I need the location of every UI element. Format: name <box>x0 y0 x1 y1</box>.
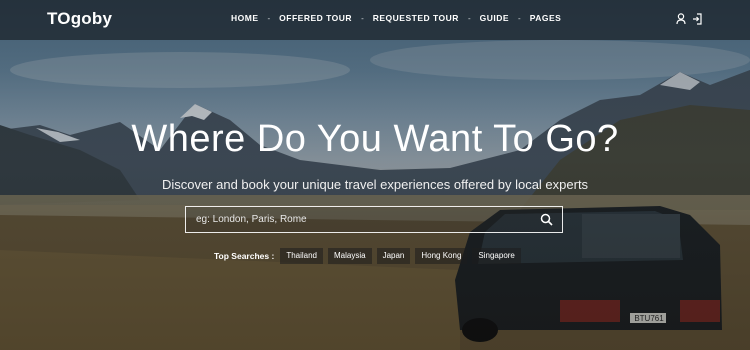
nav-item-pages[interactable]: PAGES <box>530 13 562 23</box>
logo[interactable]: TOgoby <box>47 9 112 29</box>
search-tag-singapore[interactable]: Singapore <box>472 248 521 264</box>
license-plate: BTU761 <box>634 314 664 323</box>
nav-separator: - <box>361 13 364 23</box>
license-plate-text: BTU761 <box>634 314 664 323</box>
nav-item-offered-tour[interactable]: OFFERED TOUR <box>279 13 352 23</box>
search-box <box>185 206 563 233</box>
top-searches: Top Searches : Thailand Malaysia Japan H… <box>214 248 526 264</box>
user-icon[interactable] <box>676 12 686 25</box>
top-searches-label: Top Searches : <box>214 251 275 261</box>
search-input[interactable] <box>186 207 526 232</box>
nav-separator: - <box>467 13 471 23</box>
nav-item-guide[interactable]: GUIDE <box>480 13 509 23</box>
hero-title: Where Do You Want To Go? <box>131 118 619 160</box>
nav-item-requested-tour[interactable]: REQUESTED TOUR <box>373 13 459 23</box>
search-tag-thailand[interactable]: Thailand <box>280 248 323 264</box>
hero-background <box>0 0 750 350</box>
search-tag-japan[interactable]: Japan <box>376 248 411 264</box>
search-tag-malaysia[interactable]: Malaysia <box>328 248 372 264</box>
nav-separator: - <box>518 13 521 23</box>
sign-in-icon[interactable] <box>692 12 702 25</box>
search-icon[interactable] <box>540 213 553 226</box>
nav-menu: HOME - OFFERED TOUR - REQUESTED TOUR - G… <box>231 13 561 23</box>
nav-icons <box>676 12 702 25</box>
hero-overlay <box>0 0 750 350</box>
hero-subtitle: Discover and book your unique travel exp… <box>161 177 589 192</box>
search-tag-hong-kong[interactable]: Hong Kong <box>415 248 468 264</box>
nav-separator: - <box>267 13 271 23</box>
nav-item-home[interactable]: HOME <box>231 13 259 23</box>
navbar: TOgoby HOME - OFFERED TOUR - REQUESTED T… <box>0 0 750 40</box>
